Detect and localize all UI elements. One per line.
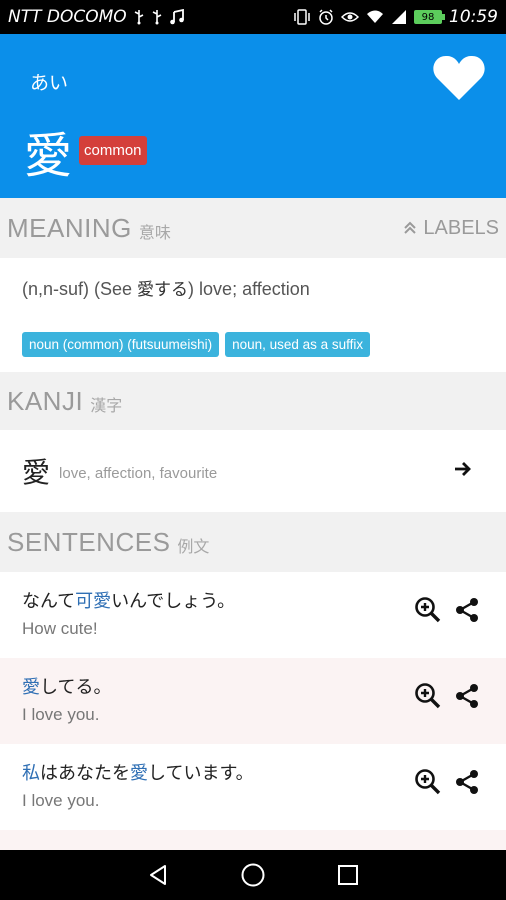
meaning-section-header: MEANING 意味 LABELS [0,198,506,258]
sentences-subtitle: 例文 [177,537,210,556]
zoom-button[interactable] [414,682,442,710]
battery-indicator: 98 [414,10,445,24]
sentence-text: しています。 [148,763,254,784]
vibrate-icon [293,9,311,25]
word-kanji: 愛 [24,128,73,184]
word-header: あい 愛 common [0,34,506,198]
share-icon [456,684,478,708]
share-button[interactable] [454,682,480,710]
alarm-icon [318,9,334,25]
tag-noun-common: noun (common) (futsuumeishi) [22,332,220,357]
sentence-item[interactable]: 私はあなたを愛しています。 I love you. [0,744,506,830]
recents-square-icon [338,865,359,885]
kanji-title: KANJI [7,385,84,416]
sentence-text: なんて [22,591,76,612]
double-chevron-up-icon [404,221,417,234]
sentence-japanese: 私はあなたを愛しています。 [22,759,254,785]
sentence-highlight: 私 [22,763,40,784]
wifi-icon [366,10,384,24]
definition-suffix: ) love; affection [188,279,310,299]
labels-toggle-button[interactable]: LABELS [403,217,499,240]
sentence-english: I love you. [22,705,100,724]
labels-toggle-label: LABELS [423,216,499,239]
word-reading: あい [30,72,69,94]
definition-jp: 愛する [137,280,189,300]
heart-icon [433,55,485,100]
clock-label: 10:59 [449,7,498,27]
carrier-label: NTT DOCOMO [8,7,127,27]
share-icon [456,770,478,794]
kanji-subtitle: 漢字 [90,396,123,415]
status-bar: NTT DOCOMO 98 10:59 [0,0,506,34]
sentence-highlight: 可愛 [75,591,112,612]
share-button[interactable] [454,596,480,624]
back-button[interactable] [144,861,172,889]
zoom-button[interactable] [414,596,442,624]
usb-icon [133,9,145,25]
kanji-detail-button[interactable] [452,458,474,480]
sentence-english: I love you. [22,791,100,810]
zoom-in-icon [415,769,441,795]
sentence-item[interactable]: なんて可愛いんでしょう。 How cute! [0,572,506,658]
system-nav-bar [0,850,506,900]
kanji-section-header: KANJI 漢字 [0,372,506,430]
arrow-right-icon [455,462,471,476]
tag-noun-suffix: noun, used as a suffix [225,332,371,357]
meaning-body: (n,n-suf) (See 愛する) love; affection noun… [0,258,506,372]
zoom-button[interactable] [414,768,442,796]
music-note-icon [169,9,185,25]
back-triangle-icon [149,865,166,885]
definition-prefix: (n,n-suf) (See [22,279,138,299]
common-badge: common [79,136,147,165]
status-left: NTT DOCOMO [8,7,185,27]
kanji-meaning: love, affection, favourite [59,464,218,482]
zoom-in-icon [415,683,441,709]
sentence-item-partial[interactable] [0,830,506,850]
sentence-text: はあなたを [40,763,130,784]
share-button[interactable] [454,768,480,796]
sentence-english: How cute! [22,619,98,638]
kanji-char: 愛 [22,456,51,489]
recents-button[interactable] [334,861,362,889]
sentence-highlight: 愛 [130,763,148,784]
sentence-highlight: 愛 [22,677,40,698]
zoom-in-icon [415,597,441,623]
sentences-section-header: SENTENCES 例文 [0,512,506,572]
usb-debug-icon [151,9,163,25]
sentence-japanese: 愛してる。 [22,673,111,699]
meaning-title: MEANING [7,212,132,243]
eye-icon [341,10,359,24]
sentences-title: SENTENCES [7,526,171,557]
sentence-japanese: なんて可愛いんでしょう。 [22,587,235,613]
home-circle-icon [241,863,265,887]
meaning-subtitle: 意味 [138,223,171,242]
status-right: 98 10:59 [293,7,498,27]
home-button[interactable] [239,861,267,889]
sentence-item[interactable]: 愛してる。 I love you. [0,658,506,744]
kanji-row[interactable]: 愛 love, affection, favourite [0,430,506,512]
share-icon [456,598,478,622]
label-tags: noun (common) (futsuumeishi) noun, used … [22,332,371,357]
signal-icon [391,10,407,24]
favorite-button[interactable] [432,54,486,102]
sentence-text: いんでしょう。 [111,591,236,612]
sentence-text: してる。 [40,677,112,698]
definition-text: (n,n-suf) (See 愛する) love; affection [22,275,310,300]
